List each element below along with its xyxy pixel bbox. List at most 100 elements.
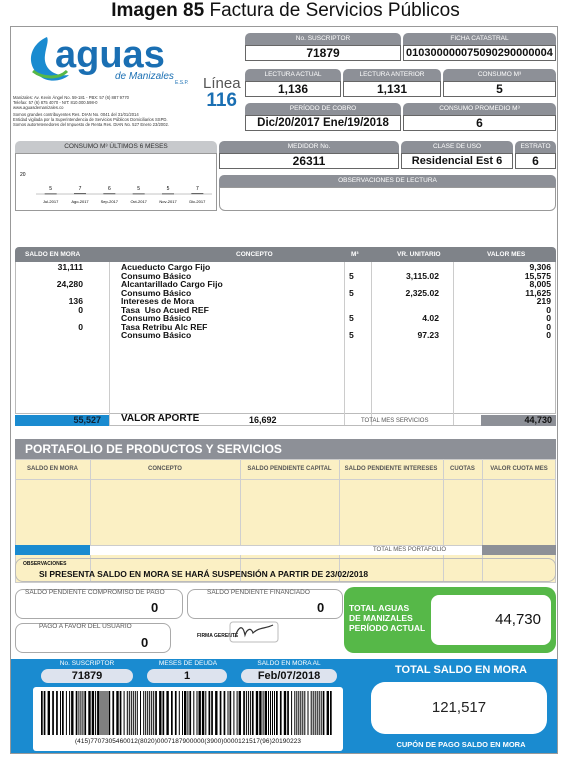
barcode-bar [71, 691, 74, 735]
col-valor: 9,306 15,575 8,005 11,625 219 0 0 0 0 [524, 262, 551, 340]
barcode-bar [276, 691, 278, 735]
chart-tick-label: Nov-2017 [159, 199, 177, 204]
barcode-bar [178, 691, 180, 735]
barcode-bar [270, 691, 271, 735]
medidor-value: 26311 [219, 153, 399, 169]
barcode-bar [236, 691, 238, 735]
barcode-bar [155, 691, 157, 735]
barcode-bar [326, 691, 329, 735]
barcode-bar [198, 691, 201, 735]
portafolio-total-label: TOTAL MES PORTAFOLIO [373, 547, 447, 553]
estrato-label: ESTRATO [515, 141, 556, 153]
barcode-bar [245, 691, 247, 735]
caption: Imagen 85 Factura de Servicios Públicos [0, 0, 571, 26]
chart-svg: 20 5 Jul-2017 7 Ago-2017 6 Sep-2017 5 Oct-2017 5 N… [20, 172, 212, 204]
barcode-bar [151, 691, 153, 735]
lectura-anterior-label: LECTURA ANTERIOR [343, 69, 441, 81]
col-saldo: 31,111 24,280 136 0 0 [56, 262, 83, 332]
barcode-bar [143, 691, 145, 735]
barcode-bar [208, 691, 211, 735]
barcode-bar [238, 691, 241, 735]
barcode-bar [296, 691, 298, 735]
info-line: Somos autorretenedores del Impuesto de R… [13, 122, 169, 127]
barcode-bar [104, 691, 106, 735]
barcode-bar [187, 691, 189, 735]
table-header-bar [15, 247, 556, 262]
th-concepto: CONCEPTO [236, 251, 273, 258]
barcode-bar [279, 691, 282, 735]
barcode-bar [264, 691, 267, 735]
cupon-meses: 1 [147, 669, 227, 683]
total-aguas-value: 44,730 [431, 595, 551, 645]
observ-lectura-box [219, 187, 556, 211]
barcode-bar [106, 691, 108, 735]
barcode-bar [201, 691, 205, 735]
chart-y-tick: 20 [20, 172, 26, 178]
a-favor-value: 0 [141, 635, 149, 650]
barcode-bar [60, 691, 61, 735]
barcode-bar [97, 691, 100, 735]
chart-tick-label: Oct-2017 [130, 199, 147, 204]
barcode-bar [78, 691, 80, 735]
col-m3: 5 5 5 5 [349, 270, 354, 340]
barcode-bar [243, 691, 245, 735]
col-concepto: Acueducto Cargo Fijo Consumo Básico Alca… [121, 262, 223, 340]
barcode-bar [262, 691, 264, 735]
barcode-bar [136, 691, 138, 735]
chart-bar [162, 193, 174, 195]
brand-tag: E.S.P. [175, 80, 189, 86]
barcode-bar [145, 691, 147, 735]
barcode-bar [95, 691, 97, 735]
footer-aporte-label: VALOR APORTE [121, 413, 200, 424]
barcode-bar [91, 691, 95, 735]
barcode-bar [126, 691, 128, 735]
barcode-bar [119, 691, 122, 735]
barcode-icon [41, 691, 332, 735]
chart-tick-label: Dic-2017 [189, 199, 206, 204]
chart-data-label: 5 [137, 186, 140, 192]
barcode-bar [312, 691, 314, 735]
chart-tick-label: Sep-2017 [101, 199, 119, 204]
barcode-bar [112, 691, 115, 735]
chart-bar [103, 193, 116, 195]
cupon-label: CUPÓN DE PAGO SALDO EN MORA [396, 740, 526, 749]
chart-data-label: 5 [49, 186, 52, 192]
chart-bar [74, 193, 86, 195]
barcode-bar [174, 691, 177, 735]
barcode-bar [302, 691, 304, 735]
clase-label: CLASE DE USO [401, 141, 513, 153]
ph-capital: SALDO PENDIENTE CAPITAL [247, 466, 332, 472]
ph-intereses: SALDO PENDIENTE INTERESES [344, 466, 438, 472]
barcode-bar [268, 691, 269, 735]
chart-bar [44, 193, 57, 195]
periodo-label: PERÍODO DE COBRO [245, 103, 401, 115]
barcode-bar [102, 691, 104, 735]
barcode-bar [132, 691, 134, 735]
footer-total-label: TOTAL MES SERVICIOS [361, 418, 429, 424]
barcode-bar [249, 691, 251, 735]
barcode-bar [229, 691, 232, 735]
observaciones-label: OBSERVACIONES [23, 561, 67, 567]
barcode-bar [318, 691, 320, 735]
company-info: Manizales: Av. Kevin Ángel No. 59-181 - … [13, 95, 213, 127]
th-m3: M³ [351, 251, 359, 258]
total-aguas-label: TOTAL AGUAS DE MANIZALES PERÍODO ACTUAL [349, 603, 426, 633]
barcode-bar [182, 691, 183, 735]
barcode-bar [283, 691, 287, 735]
consumo-label: CONSUMO M³ [443, 69, 556, 81]
brand-sub: de Manizales [115, 71, 174, 82]
barcode-bar [300, 691, 302, 735]
promedio-label: CONSUMO PROMEDIO M³ [403, 103, 556, 115]
cupon-saldo-al: Feb/07/2018 [241, 669, 337, 683]
medidor-label: MEDIDOR No. [219, 141, 399, 153]
suscriptor-value: 71879 [245, 45, 401, 61]
ph-saldo: SALDO EN MORA [27, 466, 78, 472]
cupon-suscriptor: 71879 [41, 669, 133, 683]
barcode-bar [314, 691, 316, 735]
th-saldo: SALDO EN MORA [25, 251, 81, 258]
clase-value: Residencial Est 6 [401, 153, 513, 169]
barcode-bar [47, 691, 50, 735]
th-unitario: VR. UNITARIO [397, 251, 441, 258]
footer-saldo: 55,527 [15, 415, 109, 426]
barcode-bar [153, 691, 155, 735]
